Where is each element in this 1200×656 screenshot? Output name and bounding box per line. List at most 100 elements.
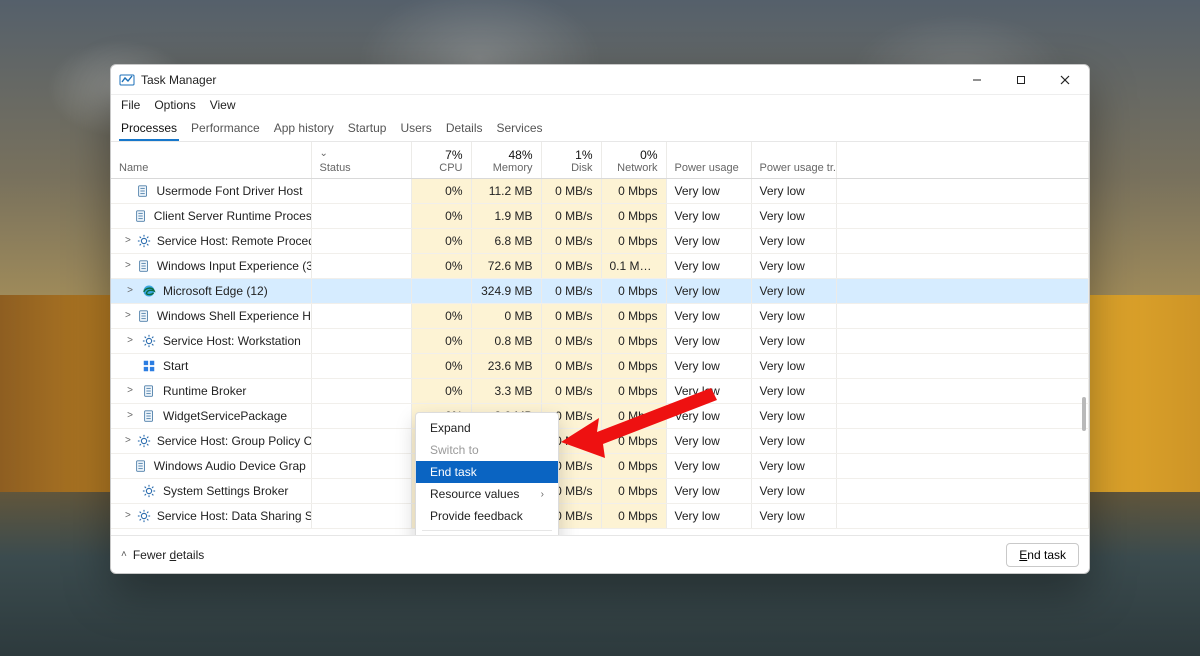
fewer-details-toggle[interactable]: ˄ Fewer details [121,548,204,562]
minimize-button[interactable] [955,65,999,95]
chevron-up-icon: ˄ [121,549,127,560]
cell-network: 0 Mbps [601,503,666,528]
ctx-end-task[interactable]: End task [416,461,558,483]
menu-file[interactable]: File [121,98,140,112]
chevron-down-icon[interactable]: ⌄ [320,148,328,159]
menu-bar: File Options View [111,95,1089,117]
maximize-button[interactable] [999,65,1043,95]
cell-status [311,478,411,503]
table-row[interactable]: >Service Host: Data Sharing Service0%1.9… [111,503,1089,528]
cell-cpu: 0% [411,353,471,378]
table-row[interactable]: Windows Audio Device Grap0%1.1 MB0 MB/s0… [111,453,1089,478]
expand-chevron-icon[interactable]: > [125,510,131,521]
process-name: Start [163,359,188,373]
process-name: WidgetServicePackage [163,409,287,423]
cell-power-usage-trend: Very low [751,403,836,428]
table-row[interactable]: >Service Host: Remote Procedure...0%6.8 … [111,228,1089,253]
table-row[interactable]: >Windows Shell Experience Ho0%0 MB0 MB/s… [111,303,1089,328]
col-power-usage-trend[interactable]: Power usage tr... [760,162,828,174]
close-button[interactable] [1043,65,1087,95]
table-row[interactable]: Start0%23.6 MB0 MB/s0 MbpsVery lowVery l… [111,353,1089,378]
expand-chevron-icon[interactable]: > [125,410,135,421]
tab-services[interactable]: Services [497,121,543,135]
ctx-resource-values[interactable]: Resource values› [416,483,558,505]
table-row[interactable]: >Service Host: Workstation0%0.8 MB0 MB/s… [111,328,1089,353]
cell-network: 0 Mbps [601,328,666,353]
col-network[interactable]: Network [610,162,658,174]
cell-power-usage: Very low [666,503,751,528]
ctx-provide-feedback[interactable]: Provide feedback [416,505,558,527]
cell-network: 0.1 Mbps [601,253,666,278]
cell-power-usage: Very low [666,478,751,503]
table-row[interactable]: Usermode Font Driver Host0%11.2 MB0 MB/s… [111,178,1089,203]
cell-cpu: 0% [411,303,471,328]
process-icon [141,383,157,399]
col-disk[interactable]: Disk [550,162,593,174]
expand-chevron-icon[interactable] [125,485,135,496]
tab-details[interactable]: Details [446,121,483,135]
expand-chevron-icon[interactable]: > [125,285,135,296]
expand-chevron-icon[interactable] [125,210,128,221]
cell-memory: 6.8 MB [471,228,541,253]
process-icon [137,433,151,449]
col-power-usage[interactable]: Power usage [675,162,743,174]
expand-chevron-icon[interactable] [125,460,128,471]
process-icon [134,458,148,474]
table-row[interactable]: >Microsoft Edge (12)324.9 MB0 MB/s0 Mbps… [111,278,1089,303]
titlebar[interactable]: Task Manager [111,65,1089,95]
process-name: Runtime Broker [163,384,246,398]
process-icon [141,358,157,374]
table-row[interactable]: >Service Host: Group Policy C0%1.2 MB0 M… [111,428,1089,453]
cell-network: 0 Mbps [601,278,666,303]
cell-status [311,228,411,253]
context-menu: Expand Switch to End task Resource value… [415,412,559,535]
cell-status [311,328,411,353]
tab-users[interactable]: Users [400,121,431,135]
col-name[interactable]: Name [119,162,303,174]
menu-view[interactable]: View [210,98,236,112]
cell-power-usage-trend: Very low [751,428,836,453]
process-name: System Settings Broker [163,484,288,498]
table-row[interactable]: >Windows Input Experience (3)˄0%72.6 MB0… [111,253,1089,278]
expand-chevron-icon[interactable]: > [125,235,131,246]
cell-power-usage: Very low [666,403,751,428]
process-name: Usermode Font Driver Host [156,184,302,198]
column-headers[interactable]: Name ⌄ Status 7%CPU 48%Memory 1%Disk 0%N… [111,142,1089,178]
expand-chevron-icon[interactable]: > [125,435,131,446]
cell-network: 0 Mbps [601,203,666,228]
ctx-switch-to: Switch to [416,439,558,461]
cell-power-usage-trend: Very low [751,228,836,253]
expand-chevron-icon[interactable]: > [125,385,135,396]
cell-power-usage: Very low [666,203,751,228]
process-name: Service Host: Group Policy C [157,434,311,448]
col-status[interactable]: Status [320,162,403,174]
tab-performance[interactable]: Performance [191,121,260,135]
expand-chevron-icon[interactable]: > [125,310,131,321]
tab-startup[interactable]: Startup [348,121,387,135]
process-grid: Name ⌄ Status 7%CPU 48%Memory 1%Disk 0%N… [111,142,1089,535]
col-memory[interactable]: Memory [480,162,533,174]
col-cpu[interactable]: CPU [420,162,463,174]
menu-options[interactable]: Options [154,98,195,112]
tab-processes[interactable]: Processes [121,121,177,135]
expand-chevron-icon[interactable]: > [125,335,135,346]
process-name: Service Host: Workstation [163,334,301,348]
end-task-button[interactable]: End task [1006,543,1079,567]
process-icon [137,508,151,524]
cell-disk: 0 MB/s [541,278,601,303]
cell-cpu: 0% [411,328,471,353]
expand-chevron-icon[interactable]: > [125,260,131,271]
tab-app-history[interactable]: App history [274,121,334,135]
table-row[interactable]: Client Server Runtime Process0%1.9 MB0 M… [111,203,1089,228]
cell-memory: 324.9 MB [471,278,541,303]
scrollbar-thumb[interactable] [1082,397,1086,431]
cell-power-usage-trend: Very low [751,203,836,228]
expand-chevron-icon[interactable] [125,360,135,371]
table-row[interactable]: >WidgetServicePackage0%3.0 MB0 MB/s0 Mbp… [111,403,1089,428]
ctx-expand[interactable]: Expand [416,417,558,439]
cell-power-usage: Very low [666,378,751,403]
expand-chevron-icon[interactable] [125,185,130,196]
table-row[interactable]: >Runtime Broker0%3.3 MB0 MB/s0 MbpsVery … [111,378,1089,403]
table-row[interactable]: System Settings Broker0%2.6 MB0 MB/s0 Mb… [111,478,1089,503]
cell-power-usage-trend: Very low [751,353,836,378]
